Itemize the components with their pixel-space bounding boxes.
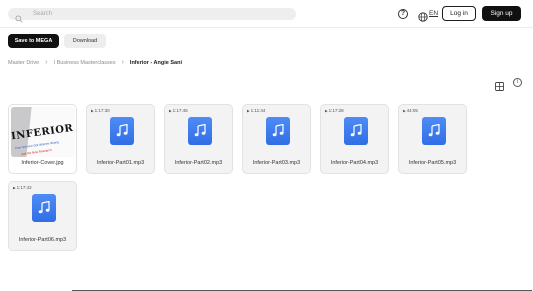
- search-icon: [15, 10, 23, 28]
- file-card[interactable]: 1:17:45 Inferior-Part02.mp3: [164, 104, 233, 174]
- globe-icon[interactable]: [418, 9, 428, 27]
- file-card[interactable]: 1:11:44 Inferior-Part03.mp3: [242, 104, 311, 174]
- file-name: Inferior-Part01.mp3: [96, 160, 145, 166]
- file-card[interactable]: INFERIOR How Science Got Women Wrong and…: [8, 104, 77, 174]
- duration-label: 1:17:30: [91, 108, 110, 114]
- grid-view-icon[interactable]: [495, 78, 504, 96]
- music-file-icon: [110, 117, 134, 145]
- download-button[interactable]: Download: [64, 34, 106, 48]
- help-icon[interactable]: ?: [398, 9, 408, 19]
- file-name: Inferior-Part02.mp3: [174, 160, 223, 166]
- music-file-icon: [32, 194, 56, 222]
- cover-thumbnail: INFERIOR How Science Got Women Wrong and…: [11, 107, 75, 157]
- duration-label: 1:17:42: [13, 185, 32, 191]
- top-bar: Search ? EN Log in Sign up: [0, 0, 533, 28]
- duration-label: 1:17:45: [169, 108, 188, 114]
- file-card[interactable]: 1:17:42 Inferior-Part06.mp3: [8, 181, 77, 251]
- language-selector[interactable]: EN: [429, 9, 438, 19]
- search-placeholder: Search: [33, 11, 53, 17]
- breadcrumb: Master Drive › I Business Masterclasses …: [8, 58, 182, 68]
- breadcrumb-current: Inferior - Angie Sani: [129, 60, 182, 66]
- file-name: Inferior-Cover.jpg: [21, 160, 64, 166]
- music-file-icon: [344, 117, 368, 145]
- login-button[interactable]: Log in: [442, 6, 476, 21]
- save-to-mega-button[interactable]: Save to MEGA: [8, 34, 59, 48]
- file-name: Inferior-Part06.mp3: [18, 237, 67, 243]
- duration-label: 1:11:44: [247, 108, 266, 114]
- info-icon[interactable]: i: [513, 78, 522, 87]
- duration-label: 44:05: [403, 108, 418, 114]
- file-card[interactable]: 44:05 Inferior-Part05.mp3: [398, 104, 467, 174]
- file-name: Inferior-Part03.mp3: [252, 160, 301, 166]
- music-file-icon: [188, 117, 212, 145]
- duration-label: 1:17:28: [325, 108, 344, 114]
- search-input[interactable]: Search: [8, 8, 296, 23]
- chevron-right-icon: ›: [45, 59, 48, 66]
- music-file-icon: [422, 117, 446, 145]
- file-card[interactable]: 1:17:28 Inferior-Part04.mp3: [320, 104, 389, 174]
- file-card[interactable]: 1:17:30 Inferior-Part01.mp3: [86, 104, 155, 174]
- file-name: Inferior-Part05.mp3: [408, 160, 457, 166]
- file-name: Inferior-Part04.mp3: [330, 160, 379, 166]
- breadcrumb-item[interactable]: I Business Masterclasses: [54, 58, 116, 68]
- chevron-right-icon: ›: [121, 59, 124, 66]
- signup-button[interactable]: Sign up: [482, 6, 521, 21]
- music-file-icon: [266, 117, 290, 145]
- breadcrumb-item[interactable]: Master Drive: [8, 58, 39, 68]
